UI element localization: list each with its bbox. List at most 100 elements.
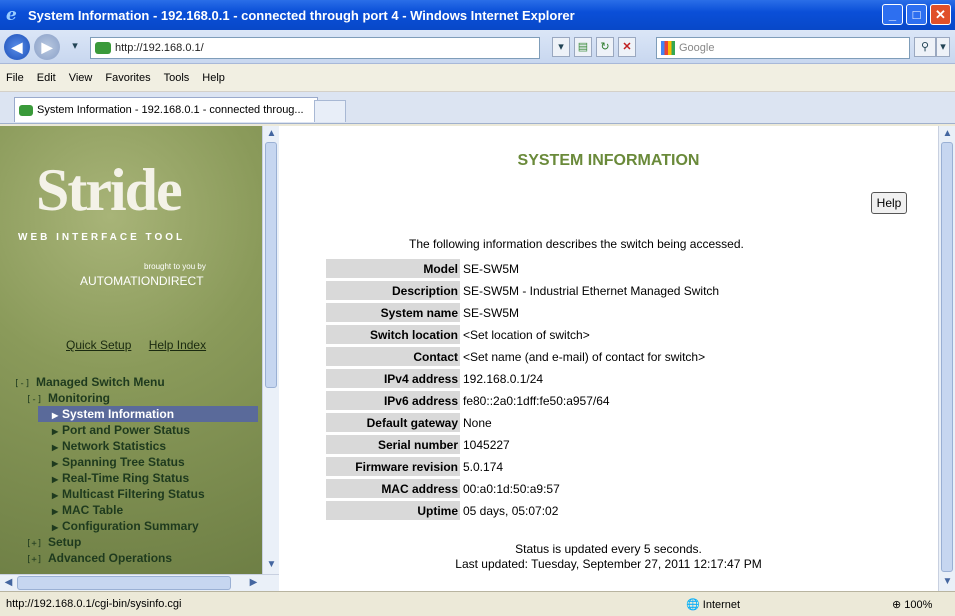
tree-item-network-statistics[interactable]: ▶ Network Statistics	[14, 438, 254, 454]
status-url: http://192.168.0.1/cgi-bin/sysinfo.cgi	[6, 598, 182, 610]
scroll-right-icon[interactable]: ▶	[246, 575, 261, 590]
tree-item-label: Multicast Filtering Status	[62, 487, 205, 501]
help-button[interactable]: Help	[871, 192, 907, 214]
menu-file[interactable]: File	[6, 72, 24, 84]
info-label: Model	[326, 259, 460, 278]
info-label: Default gateway	[326, 413, 460, 432]
last-updated-text: Last updated: Tuesday, September 27, 201…	[455, 557, 762, 571]
tree-item-spanning-tree-status[interactable]: ▶ Spanning Tree Status	[14, 454, 254, 470]
menu-view[interactable]: View	[69, 72, 93, 84]
tree-item-configuration-summary[interactable]: ▶ Configuration Summary	[14, 518, 254, 534]
info-label: IPv6 address	[326, 391, 460, 410]
left-links: Quick Setup Help Index	[66, 338, 220, 352]
tree-item-label: Port and Power Status	[62, 423, 191, 437]
scroll-up-icon[interactable]: ▲	[940, 126, 955, 141]
system-info-table: Model SE-SW5M Description SE-SW5M - Industr…	[326, 256, 721, 523]
stop-icon[interactable]: ✕	[618, 37, 636, 57]
info-row: IPv6 address fe80::2a0:1dff:fe50:a957/64	[326, 391, 721, 410]
expand-toggle[interactable]: [+]	[26, 552, 48, 568]
tree-item-label: Configuration Summary	[62, 519, 199, 533]
info-row: Uptime 05 days, 05:07:02	[326, 501, 721, 520]
minimize-button[interactable]: _	[882, 4, 903, 25]
stride-logo: Stride	[36, 157, 183, 223]
info-value: 192.168.0.1/24	[463, 371, 544, 386]
help-index-link[interactable]: Help Index	[149, 338, 206, 352]
menu-edit[interactable]: Edit	[37, 72, 56, 84]
info-row: Contact <Set name (and e-mail) of contact…	[326, 347, 721, 366]
history-dropdown-icon[interactable]: ▾	[66, 37, 84, 57]
menu-tools[interactable]: Tools	[164, 72, 190, 84]
page-title: SYSTEM INFORMATION	[517, 152, 700, 169]
scroll-down-icon[interactable]: ▼	[264, 557, 279, 572]
tree-item-label: MAC Table	[62, 503, 124, 517]
zoom-value: 100%	[904, 599, 933, 611]
info-value: <Set location of switch>	[463, 327, 590, 342]
search-input[interactable]: Google	[656, 37, 910, 59]
scroll-down-icon[interactable]: ▼	[940, 574, 955, 589]
info-row: Model SE-SW5M	[326, 259, 721, 278]
tree-item-port-power-status[interactable]: ▶ Port and Power Status	[14, 422, 254, 438]
info-value: None	[463, 415, 492, 430]
status-bar: http://192.168.0.1/cgi-bin/sysinfo.cgi 🌐…	[0, 591, 955, 616]
info-label: Switch location	[326, 325, 460, 344]
refresh-icon[interactable]: ↻	[596, 37, 614, 57]
tree-monitoring[interactable]: [-] Monitoring	[14, 390, 254, 406]
info-row: Default gateway None	[326, 413, 721, 432]
tree-item-label: Network Statistics	[62, 439, 167, 453]
address-dropdown-icon[interactable]: ▾	[552, 37, 570, 57]
left-vertical-scrollbar[interactable]: ▲ ▼	[262, 126, 279, 574]
quick-setup-link[interactable]: Quick Setup	[66, 338, 131, 352]
close-button[interactable]: ✕	[930, 4, 951, 25]
scroll-thumb[interactable]	[941, 142, 953, 572]
search-icon[interactable]: ⚲	[914, 37, 936, 57]
address-bar[interactable]: http://192.168.0.1/	[90, 37, 540, 59]
tab-label: System Information - 192.168.0.1 - conne…	[37, 104, 304, 116]
scroll-thumb-horizontal[interactable]	[17, 576, 231, 590]
tree-root[interactable]: [-] Managed Switch Menu	[14, 374, 254, 390]
info-label: MAC address	[326, 479, 460, 498]
security-zone[interactable]: 🌐 Internet	[686, 598, 740, 611]
zoom-level[interactable]: ⊕ 100%	[892, 598, 932, 611]
scroll-up-icon[interactable]: ▲	[264, 126, 279, 141]
tree-item-system-information[interactable]: ▶ System Information	[38, 406, 258, 422]
info-row: MAC address 00:a0:1d:50:a9:57	[326, 479, 721, 498]
info-row: System name SE-SW5M	[326, 303, 721, 322]
collapse-toggle[interactable]: [-]	[26, 392, 48, 408]
new-tab-button[interactable]	[314, 100, 346, 122]
info-value: SE-SW5M	[463, 261, 520, 276]
switch-menu-tree: [-] Managed Switch Menu [-] Monitoring ▶ Sy…	[14, 374, 258, 566]
info-value: SE-SW5M	[463, 305, 520, 320]
tree-advanced-operations[interactable]: [+] Advanced Operations	[14, 550, 254, 566]
main-vertical-scrollbar[interactable]: ▲ ▼	[938, 126, 955, 591]
tree-setup-label: Setup	[48, 535, 82, 549]
search-options-icon[interactable]: ▾	[936, 37, 950, 57]
main-content-frame: SYSTEM INFORMATION Help The following in…	[279, 126, 938, 591]
forward-button[interactable]: ▶	[34, 34, 60, 60]
search-placeholder: Google	[679, 42, 715, 54]
back-button[interactable]: ◀	[4, 34, 30, 60]
tab-bar: System Information - 192.168.0.1 - conne…	[0, 92, 955, 124]
info-value: SE-SW5M - Industrial Ethernet Managed Sw…	[463, 283, 720, 298]
menu-help[interactable]: Help	[202, 72, 225, 84]
menu-bar: File Edit View Favorites Tools Help	[0, 64, 955, 92]
menu-favorites[interactable]: Favorites	[105, 72, 150, 84]
tree-item-multicast-filtering-status[interactable]: ▶ Multicast Filtering Status	[14, 486, 254, 502]
tree-setup[interactable]: [+] Setup	[14, 534, 254, 550]
left-navigation-frame: Stride WEB INTERFACE TOOL brought to you…	[0, 126, 262, 574]
tree-item-real-time-ring-status[interactable]: ▶ Real-Time Ring Status	[14, 470, 254, 486]
tree-monitoring-label: Monitoring	[48, 391, 110, 405]
info-label: Contact	[326, 347, 460, 366]
tab-favicon-icon	[19, 104, 33, 116]
info-value: 5.0.174	[463, 459, 504, 474]
logo-subtitle: WEB INTERFACE TOOL	[18, 232, 186, 243]
tab-system-information[interactable]: System Information - 192.168.0.1 - conne…	[14, 97, 318, 122]
info-value: <Set name (and e-mail) of contact for sw…	[463, 349, 706, 364]
scroll-left-icon[interactable]: ◀	[1, 575, 16, 590]
maximize-button[interactable]: □	[906, 4, 927, 25]
left-horizontal-scrollbar[interactable]: ◀ ▶	[0, 574, 279, 591]
info-value: 00:a0:1d:50:a9:57	[463, 481, 560, 496]
info-row: IPv4 address 192.168.0.1/24	[326, 369, 721, 388]
compatibility-icon[interactable]: ▤	[574, 37, 592, 57]
scroll-thumb[interactable]	[265, 142, 277, 388]
tree-item-mac-table[interactable]: ▶ MAC Table	[14, 502, 254, 518]
